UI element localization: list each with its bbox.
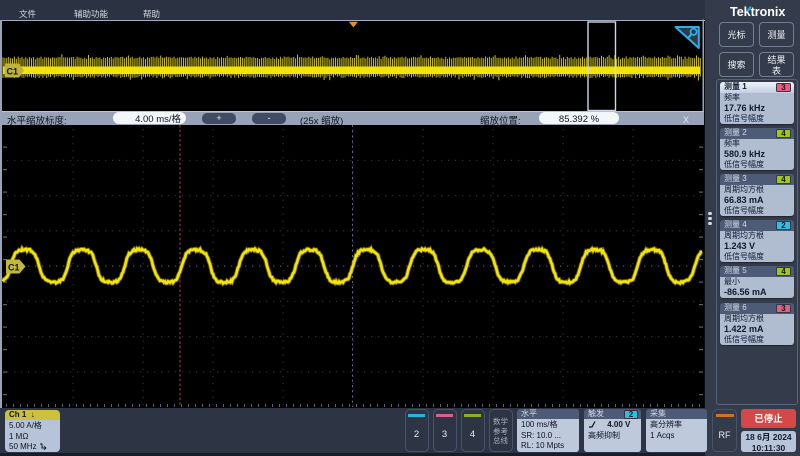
svg-text:C1: C1 xyxy=(8,263,20,273)
